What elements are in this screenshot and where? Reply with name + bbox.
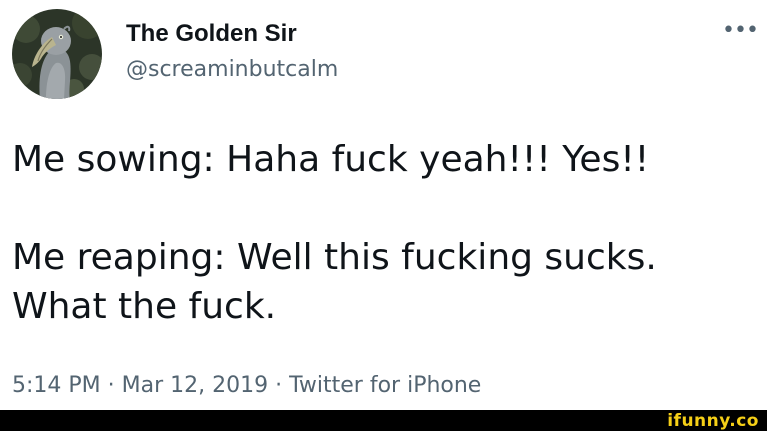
display-name[interactable]: The Golden Sir (126, 19, 297, 49)
tweet-screenshot: The Golden Sir @screaminbutcalm ••• Me s… (0, 0, 767, 431)
user-handle[interactable]: @screaminbutcalm (126, 56, 338, 84)
avatar[interactable] (12, 9, 102, 99)
tweet-metadata: 5:14 PM · Mar 12, 2019 · Twitter for iPh… (12, 371, 481, 401)
tweet-date[interactable]: Mar 12, 2019 (122, 373, 268, 398)
tweet-line-3: What the fuck. (12, 286, 277, 327)
meta-separator: · (268, 373, 290, 398)
meta-separator: · (100, 373, 122, 398)
tweet-time[interactable]: 5:14 PM (12, 373, 101, 398)
tweet-paragraph-gap (12, 184, 757, 233)
shoebill-bird-icon (12, 9, 102, 99)
watermark-bar: ifunny.co (0, 410, 767, 431)
tweet-line-1: Me sowing: Haha fuck yeah!!! Yes!! (12, 139, 650, 180)
tweet-body: Me sowing: Haha fuck yeah!!! Yes!! Me re… (12, 135, 757, 331)
ifunny-logo: ifunny.co (667, 411, 759, 431)
more-options-icon[interactable]: ••• (722, 17, 759, 45)
tweet-source: Twitter for iPhone (289, 373, 482, 398)
tweet-line-2: Me reaping: Well this fucking sucks. (12, 237, 657, 278)
